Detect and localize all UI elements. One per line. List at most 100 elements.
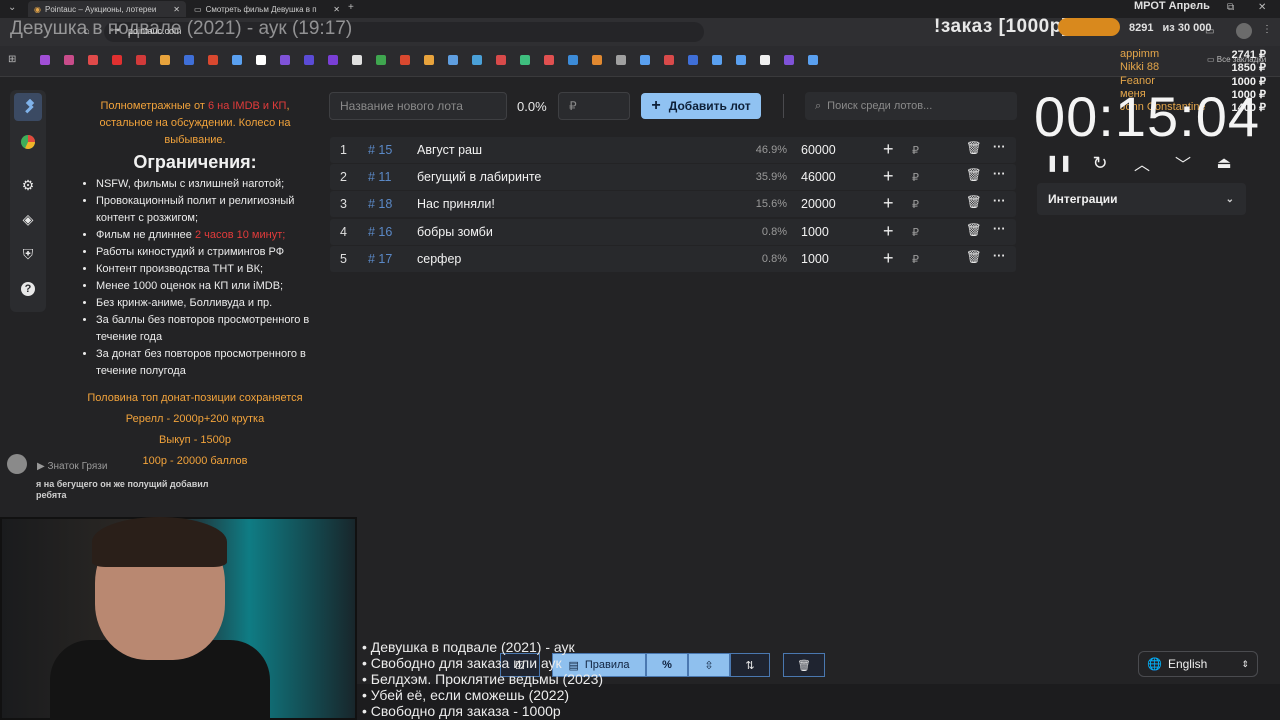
close-icon[interactable]: ✕: [173, 5, 180, 14]
integrations-dropdown[interactable]: Интеграции ⌄: [1037, 183, 1246, 215]
lot-name[interactable]: бегущий в лабиринте: [417, 170, 541, 184]
add-lot-button[interactable]: + Добавить лот: [641, 93, 761, 119]
lot-name[interactable]: бобры зомби: [417, 225, 493, 239]
lot-percent: 0.8%: [761, 253, 787, 265]
plus-icon: +: [651, 97, 661, 114]
lot-amount[interactable]: 46000: [801, 170, 836, 184]
add-amount-icon[interactable]: +: [883, 166, 894, 187]
add-amount-icon[interactable]: +: [883, 139, 894, 160]
lot-id: # 16: [368, 225, 393, 239]
tab-search-chevron-icon[interactable]: ⌄: [8, 2, 16, 13]
language-select[interactable]: 🌐 English ⇕: [1138, 651, 1258, 677]
chevron-down-icon[interactable]: ﹀: [1171, 152, 1195, 174]
more-icon[interactable]: ···: [993, 194, 1006, 208]
new-tab-icon[interactable]: +: [348, 2, 354, 13]
playlist-item: • Свободно для заказа или аук: [362, 655, 562, 671]
bookmark-favicon-icon[interactable]: [208, 55, 218, 65]
bookmark-favicon-icon[interactable]: [496, 55, 506, 65]
playlist-item: • Белдхэм. Проклятие ведьмы (2023): [362, 671, 604, 687]
trash-icon[interactable]: 🗑: [966, 168, 982, 183]
help-icon[interactable]: ?: [14, 275, 42, 303]
bookmark-favicon-icon[interactable]: [136, 55, 146, 65]
sort-icon[interactable]: ⇅: [730, 653, 770, 677]
clear-all-icon[interactable]: 🗑: [783, 653, 825, 677]
rules-footer-line: Выкуп - 1500р: [159, 434, 231, 446]
double-chevron-up-icon[interactable]: ⏏: [1212, 152, 1236, 174]
bookmark-favicon-icon[interactable]: [520, 55, 530, 65]
more-icon[interactable]: ···: [993, 167, 1006, 181]
percent-button[interactable]: %: [646, 653, 688, 677]
bookmark-favicon-icon[interactable]: [784, 55, 794, 65]
lot-name[interactable]: серфер: [417, 252, 461, 266]
split-icon[interactable]: ⇳: [688, 653, 730, 677]
bookmark-favicon-icon[interactable]: [256, 55, 266, 65]
bookmark-favicon-icon[interactable]: [688, 55, 698, 65]
more-icon[interactable]: ···: [993, 222, 1006, 236]
bookmark-favicon-icon[interactable]: [592, 55, 602, 65]
chevron-up-icon[interactable]: ︿: [1130, 152, 1154, 174]
lot-amount[interactable]: 20000: [801, 197, 836, 211]
tab-pointauc[interactable]: ◉ Pointauc – Аукционы, лотереи ✕: [28, 1, 186, 17]
lot-name[interactable]: Август раш: [417, 143, 482, 157]
rule-item: Провокационный полит и религиозный конте…: [96, 193, 310, 227]
bookmark-favicon-icon[interactable]: [40, 55, 50, 65]
bookmark-favicon-icon[interactable]: [712, 55, 722, 65]
bookmark-favicon-icon[interactable]: [664, 55, 674, 65]
trash-icon[interactable]: 🗑: [966, 250, 982, 265]
trash-icon[interactable]: 🗑: [966, 141, 982, 156]
pause-icon[interactable]: ❚❚: [1046, 152, 1073, 174]
shield-icon[interactable]: ⛨: [14, 240, 42, 268]
bookmark-favicon-icon[interactable]: [160, 55, 170, 65]
bookmark-favicon-icon[interactable]: [472, 55, 482, 65]
bookmark-favicon-icon[interactable]: [352, 55, 362, 65]
bookmark-favicon-icon[interactable]: [64, 55, 74, 65]
trash-icon[interactable]: 🗑: [966, 195, 982, 210]
bookmark-favicon-icon[interactable]: [448, 55, 458, 65]
more-icon[interactable]: ···: [993, 249, 1006, 263]
restore-window-icon[interactable]: ⧉: [1227, 2, 1234, 13]
bookmark-favicon-icon[interactable]: [736, 55, 746, 65]
add-amount-icon[interactable]: +: [883, 193, 894, 214]
bookmark-favicon-icon[interactable]: [568, 55, 578, 65]
bookmark-favicon-icon[interactable]: [280, 55, 290, 65]
bookmark-favicon-icon[interactable]: [544, 55, 554, 65]
more-icon[interactable]: ···: [993, 140, 1006, 154]
bookmark-favicon-icon[interactable]: [760, 55, 770, 65]
lot-name[interactable]: Нас приняли!: [417, 197, 495, 211]
lot-amount[interactable]: 1000: [801, 225, 829, 239]
bookmark-favicon-icon[interactable]: [88, 55, 98, 65]
lot-amount[interactable]: 1000: [801, 252, 829, 266]
bookmark-favicon-icon[interactable]: [424, 55, 434, 65]
bookmark-favicon-icon[interactable]: [376, 55, 386, 65]
bookmark-favicon-icon[interactable]: [184, 55, 194, 65]
bookmark-favicon-icon[interactable]: [232, 55, 242, 65]
gear-icon[interactable]: ⚙: [14, 171, 42, 199]
rules-footer-line: 100р - 20000 баллов: [142, 455, 248, 467]
lot-percent: 0.8%: [761, 226, 787, 238]
hammer-icon[interactable]: [14, 93, 42, 121]
bookmark-favicon-icon[interactable]: [640, 55, 650, 65]
bookmark-favicon-icon[interactable]: [304, 55, 314, 65]
bookmark-favicon-icon[interactable]: [328, 55, 338, 65]
bookmark-favicon-icon[interactable]: [112, 55, 122, 65]
lot-amount-input[interactable]: ₽: [558, 92, 630, 120]
layers-icon[interactable]: ◈: [14, 205, 42, 233]
close-window-icon[interactable]: ✕: [1258, 2, 1266, 13]
trash-icon[interactable]: 🗑: [966, 223, 982, 238]
lot-search-input[interactable]: ⌕ Поиск среди лотов...: [805, 92, 1017, 120]
rules-intro-text: Полнометражные от: [100, 100, 208, 112]
profile-avatar[interactable]: [1236, 23, 1252, 39]
bookmark-favicon-icon[interactable]: [400, 55, 410, 65]
close-icon[interactable]: ✕: [333, 5, 340, 14]
add-amount-icon[interactable]: +: [883, 221, 894, 242]
bookmark-favicon-icon[interactable]: [808, 55, 818, 65]
lot-name-input[interactable]: Название нового лота: [329, 92, 507, 120]
reset-icon[interactable]: ↻: [1088, 152, 1112, 174]
pie-chart-icon[interactable]: [14, 128, 42, 156]
bookmark-favicon-icon[interactable]: [616, 55, 626, 65]
browser-menu-icon[interactable]: ⋮: [1262, 24, 1272, 35]
add-amount-icon[interactable]: +: [883, 248, 894, 269]
tab-movie[interactable]: ▭ Смотреть фильм Девушка в п ✕: [188, 1, 346, 17]
lot-amount[interactable]: 60000: [801, 143, 836, 157]
apps-grid-icon[interactable]: ⊞: [8, 54, 16, 65]
